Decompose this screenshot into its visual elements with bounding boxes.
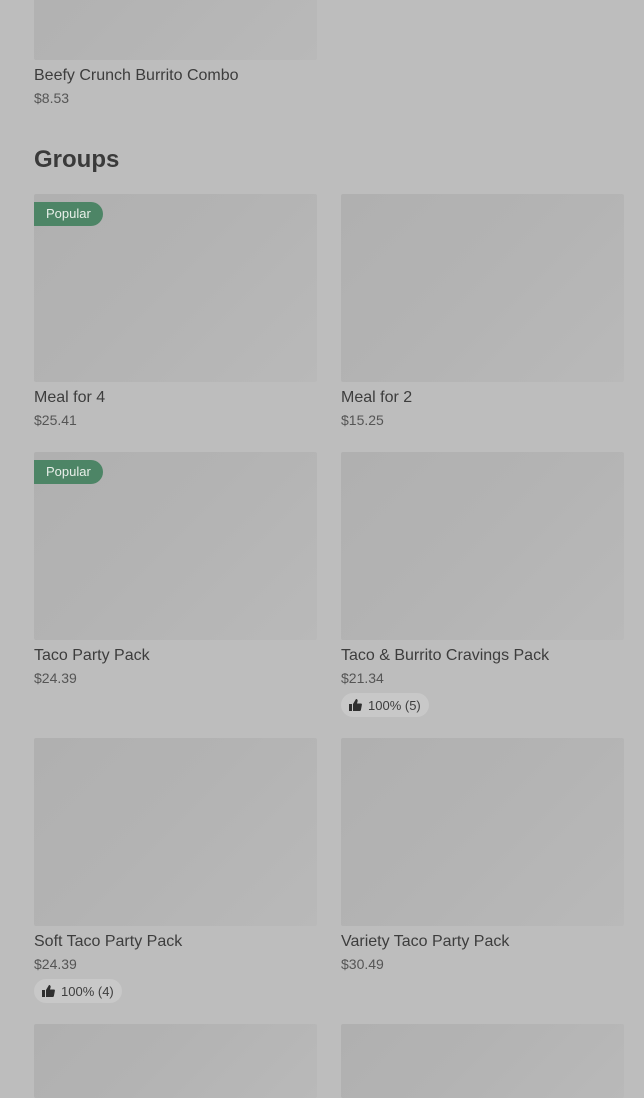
item-price: $15.25 [341, 412, 384, 428]
item-price: $25.41 [34, 412, 77, 428]
item-image[interactable]: Popular [34, 194, 317, 382]
item-name: Soft Taco Party Pack [34, 933, 183, 950]
item-card-partial[interactable] [34, 1024, 317, 1098]
item-name: Meal for 2 [341, 389, 413, 406]
item-card-taco-party-pack[interactable]: Popular Taco Party Pack $24.39 [34, 452, 317, 687]
popular-badge: Popular [34, 460, 103, 484]
item-price: $24.39 [34, 670, 77, 686]
item-image[interactable] [341, 1024, 624, 1098]
item-image[interactable] [341, 452, 624, 640]
thumbs-up-icon [349, 699, 362, 711]
section-title-groups: Groups [34, 146, 120, 173]
item-price: $30.49 [341, 956, 384, 972]
item-card-variety-taco-party-pack[interactable]: Variety Taco Party Pack $30.49 [341, 738, 624, 973]
item-image[interactable]: Popular [34, 452, 317, 640]
rating-pill: 100% (4) [34, 979, 122, 1003]
item-card-soft-taco-party-pack[interactable]: Soft Taco Party Pack $24.39 100% (4) [34, 738, 317, 1003]
item-name: Taco Party Pack [34, 647, 150, 664]
item-card-meal-for-4[interactable]: Popular Meal for 4 $25.41 [34, 194, 317, 429]
item-name: Beefy Crunch Burrito Combo [34, 67, 239, 84]
rating-text: 100% (5) [368, 697, 421, 713]
item-price: $8.53 [34, 90, 70, 106]
item-card-taco-burrito-cravings-pack[interactable]: Taco & Burrito Cravings Pack $21.34 100%… [341, 452, 624, 717]
item-price: $24.39 [34, 956, 77, 972]
item-name: Meal for 4 [34, 389, 106, 406]
rating-pill: 100% (5) [341, 693, 429, 717]
item-image[interactable] [341, 738, 624, 926]
item-name: Variety Taco Party Pack [341, 933, 510, 950]
item-image[interactable] [341, 194, 624, 382]
item-card-meal-for-2[interactable]: Meal for 2 $15.25 [341, 194, 624, 429]
item-price: $21.34 [341, 670, 384, 686]
popular-badge: Popular [34, 202, 103, 226]
thumbs-up-icon [42, 985, 55, 997]
item-card-partial[interactable] [341, 1024, 624, 1098]
item-image[interactable] [34, 0, 317, 60]
item-name: Taco & Burrito Cravings Pack [341, 647, 550, 664]
item-image[interactable] [34, 738, 317, 926]
item-card-beefy-crunch-burrito-combo[interactable]: Beefy Crunch Burrito Combo $8.53 [34, 0, 317, 107]
rating-text: 100% (4) [61, 983, 114, 999]
item-image[interactable] [34, 1024, 317, 1098]
